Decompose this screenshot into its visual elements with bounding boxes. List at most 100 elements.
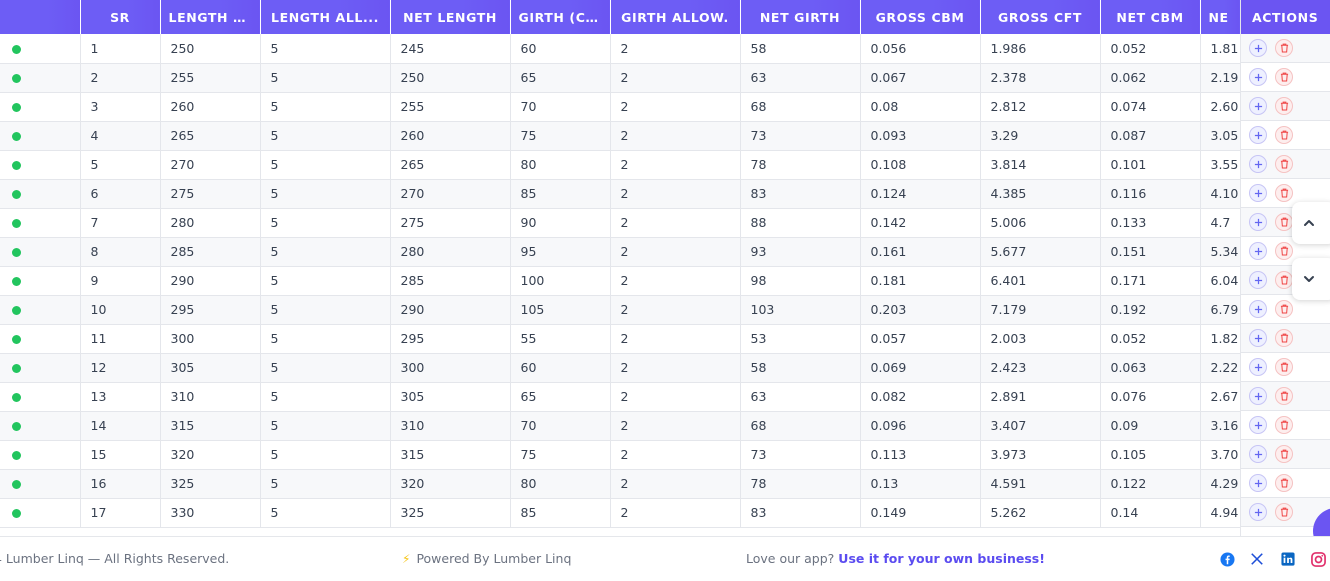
table-cell[interactable]: 0.09: [1100, 411, 1201, 441]
plus-icon[interactable]: [1249, 213, 1267, 231]
table-cell[interactable]: 2: [610, 266, 741, 296]
table-cell[interactable]: 0.096: [860, 411, 981, 441]
table-cell[interactable]: 2.003: [980, 324, 1101, 354]
table-cell[interactable]: 2: [610, 34, 741, 64]
promo-link[interactable]: Use it for your own business!: [838, 551, 1045, 566]
table-cell[interactable]: 85: [510, 179, 611, 209]
table-cell[interactable]: 2: [610, 353, 741, 383]
table-cell[interactable]: 10: [80, 295, 161, 325]
table-cell[interactable]: 0.056: [860, 34, 981, 64]
table-cell[interactable]: 7.179: [980, 295, 1101, 325]
table-cell[interactable]: 305: [390, 382, 511, 412]
table-cell[interactable]: 0.192: [1100, 295, 1201, 325]
trash-icon[interactable]: [1275, 126, 1293, 144]
table-cell[interactable]: 78: [740, 150, 861, 180]
table-cell[interactable]: 5.34: [1200, 237, 1241, 267]
table-cell[interactable]: 7: [80, 208, 161, 238]
plus-icon[interactable]: [1249, 474, 1267, 492]
table-cell[interactable]: 280: [390, 237, 511, 267]
table-cell[interactable]: 325: [160, 469, 261, 499]
table-row[interactable]: 2 255 5 250 65 2 63 0.067 2.378 0.062 2.19: [0, 63, 1241, 93]
table-cell[interactable]: 1.986: [980, 34, 1101, 64]
table-cell[interactable]: 80: [510, 150, 611, 180]
trash-icon[interactable]: [1275, 39, 1293, 57]
table-cell[interactable]: 2: [610, 92, 741, 122]
table-cell[interactable]: 0.067: [860, 63, 981, 93]
plus-icon[interactable]: [1249, 445, 1267, 463]
table-cell[interactable]: 5: [260, 469, 391, 499]
plus-icon[interactable]: [1249, 97, 1267, 115]
table-cell[interactable]: 5: [260, 150, 391, 180]
table-cell[interactable]: 73: [740, 440, 861, 470]
table-cell[interactable]: 3.973: [980, 440, 1101, 470]
trash-icon[interactable]: [1275, 300, 1293, 318]
plus-icon[interactable]: [1249, 242, 1267, 260]
instagram-icon[interactable]: [1310, 551, 1326, 567]
column-header[interactable]: NET LENGTH: [390, 0, 511, 34]
trash-icon[interactable]: [1275, 387, 1293, 405]
table-cell[interactable]: 2: [610, 382, 741, 412]
table-row[interactable]: 15 320 5 315 75 2 73 0.113 3.973 0.105 3.70: [0, 440, 1241, 470]
table-cell[interactable]: 0.203: [860, 295, 981, 325]
table-cell[interactable]: 5.262: [980, 498, 1101, 528]
table-cell[interactable]: 5: [260, 411, 391, 441]
table-cell[interactable]: 300: [160, 324, 261, 354]
table-cell[interactable]: 0.052: [1100, 34, 1201, 64]
table-cell[interactable]: 2: [610, 295, 741, 325]
table-cell[interactable]: 2: [610, 237, 741, 267]
table-cell[interactable]: 16: [80, 469, 161, 499]
table-cell[interactable]: 0.151: [1100, 237, 1201, 267]
plus-icon[interactable]: [1249, 329, 1267, 347]
trash-icon[interactable]: [1275, 416, 1293, 434]
trash-icon[interactable]: [1275, 474, 1293, 492]
table-cell[interactable]: 300: [390, 353, 511, 383]
table-cell[interactable]: 93: [740, 237, 861, 267]
table-cell[interactable]: 0.101: [1100, 150, 1201, 180]
table-cell[interactable]: 0.093: [860, 121, 981, 151]
table-cell[interactable]: 315: [160, 411, 261, 441]
table-cell[interactable]: 2: [610, 469, 741, 499]
table-cell[interactable]: 5: [80, 150, 161, 180]
table-cell[interactable]: 75: [510, 121, 611, 151]
table-cell[interactable]: 5: [260, 295, 391, 325]
table-row[interactable]: 1 250 5 245 60 2 58 0.056 1.986 0.052 1.81: [0, 34, 1241, 64]
plus-icon[interactable]: [1249, 39, 1267, 57]
table-cell[interactable]: 0.076: [1100, 382, 1201, 412]
table-cell[interactable]: 2.22: [1200, 353, 1241, 383]
table-cell[interactable]: 53: [740, 324, 861, 354]
table-cell[interactable]: 5: [260, 121, 391, 151]
plus-icon[interactable]: [1249, 387, 1267, 405]
table-cell[interactable]: 5.006: [980, 208, 1101, 238]
table-row[interactable]: 11 300 5 295 55 2 53 0.057 2.003 0.052 1.82: [0, 324, 1241, 354]
table-cell[interactable]: 4.94: [1200, 498, 1241, 528]
trash-icon[interactable]: [1275, 213, 1293, 231]
table-cell[interactable]: 95: [510, 237, 611, 267]
table-cell[interactable]: 310: [160, 382, 261, 412]
table-cell[interactable]: 6: [80, 179, 161, 209]
table-cell[interactable]: 2.19: [1200, 63, 1241, 93]
table-cell[interactable]: 11: [80, 324, 161, 354]
table-cell[interactable]: 5: [260, 266, 391, 296]
table-cell[interactable]: 2: [610, 150, 741, 180]
table-row[interactable]: 12 305 5 300 60 2 58 0.069 2.423 0.063 2.22: [0, 353, 1241, 383]
table-cell[interactable]: 0.08: [860, 92, 981, 122]
table-cell[interactable]: 12: [80, 353, 161, 383]
plus-icon[interactable]: [1249, 184, 1267, 202]
table-row[interactable]: 4 265 5 260 75 2 73 0.093 3.29 0.087 3.05: [0, 121, 1241, 151]
table-cell[interactable]: 15: [80, 440, 161, 470]
table-cell[interactable]: 88: [740, 208, 861, 238]
table-cell[interactable]: 3: [80, 92, 161, 122]
table-row[interactable]: 13 310 5 305 65 2 63 0.082 2.891 0.076 2.67: [0, 382, 1241, 412]
table-cell[interactable]: 85: [510, 498, 611, 528]
table-cell[interactable]: 295: [160, 295, 261, 325]
table-cell[interactable]: 0.074: [1100, 92, 1201, 122]
table-row[interactable]: 9 290 5 285 100 2 98 0.181 6.401 0.171 6.04: [0, 266, 1241, 296]
table-row[interactable]: 3 260 5 255 70 2 68 0.08 2.812 0.074 2.60: [0, 92, 1241, 122]
column-header[interactable]: LENGTH (...: [160, 0, 261, 34]
table-cell[interactable]: 8: [80, 237, 161, 267]
table-cell[interactable]: 0.108: [860, 150, 981, 180]
table-cell[interactable]: 0.124: [860, 179, 981, 209]
table-cell[interactable]: 270: [390, 179, 511, 209]
table-cell[interactable]: 83: [740, 498, 861, 528]
table-cell[interactable]: 2.378: [980, 63, 1101, 93]
